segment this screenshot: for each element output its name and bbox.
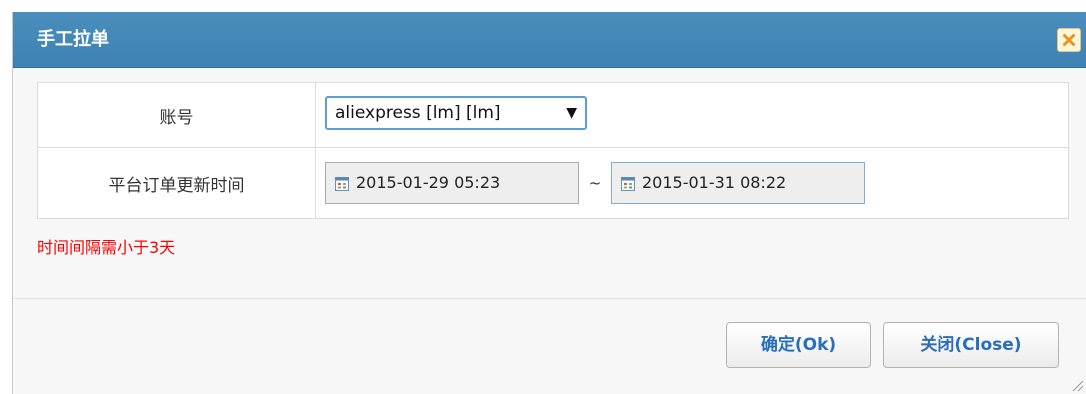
chevron-down-icon: ▼ [566,105,577,121]
pull-form-table: 账号 aliexpress [lm] [lm] ▼ 平台订单更新时间 2015-… [37,82,1069,219]
footer-divider [13,298,1086,299]
close-icon [1063,34,1075,46]
manual-pull-dialog: 手工拉单 账号 aliexpress [lm] [lm] ▼ 平台订单更新时间 [12,12,1086,394]
calendar-icon [335,177,349,191]
update-time-cell: 2015-01-29 05:23 ~ 2015-01-31 08:22 [315,147,1069,219]
date-range-separator: ~ [588,174,602,192]
dialog-title: 手工拉单 [37,29,109,50]
start-date-input[interactable]: 2015-01-29 05:23 [325,162,579,204]
end-date-value: 2015-01-31 08:22 [642,173,787,192]
dialog-close-button[interactable] [1057,28,1081,52]
validation-warning: 时间间隔需小于3天 [37,238,176,257]
close-button[interactable]: 关闭(Close) [883,322,1059,368]
resize-grip-icon[interactable] [1070,378,1084,392]
end-date-input[interactable]: 2015-01-31 08:22 [611,162,865,204]
dialog-titlebar[interactable]: 手工拉单 [13,12,1086,68]
ok-button[interactable]: 确定(Ok) [726,322,871,368]
account-cell: aliexpress [lm] [lm] ▼ [315,82,1069,148]
account-row: 账号 aliexpress [lm] [lm] ▼ [37,82,1069,148]
update-time-label: 平台订单更新时间 [37,147,316,219]
calendar-icon [621,177,635,191]
update-time-row: 平台订单更新时间 2015-01-29 05:23 ~ 2015-01-31 0… [37,147,1069,219]
start-date-value: 2015-01-29 05:23 [356,173,501,192]
account-select[interactable]: aliexpress [lm] [lm] ▼ [325,96,587,130]
account-label: 账号 [37,82,316,148]
account-select-value: aliexpress [lm] [lm] [335,103,501,123]
